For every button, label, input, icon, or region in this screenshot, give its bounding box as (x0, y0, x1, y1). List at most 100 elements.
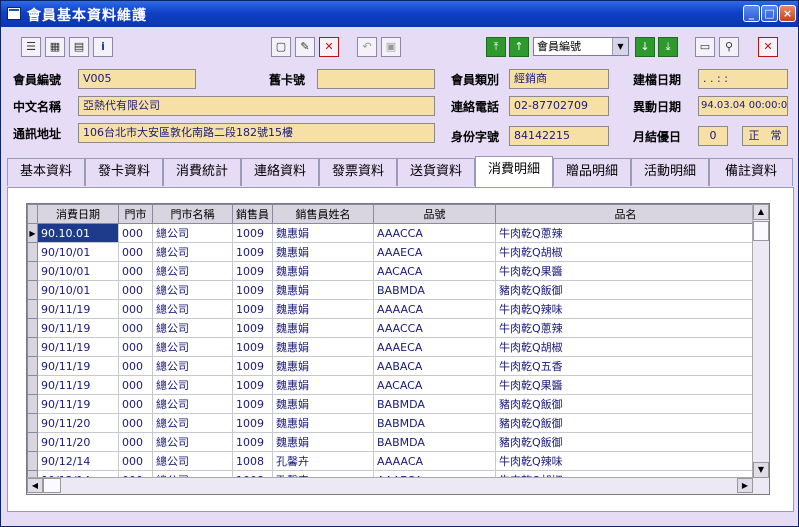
table-cell[interactable]: 000 (118, 299, 153, 319)
table-cell[interactable]: 總公司 (152, 413, 233, 433)
table-cell[interactable]: 總公司 (152, 242, 233, 262)
table-cell[interactable]: 魏惠娟 (272, 280, 374, 300)
tab-card[interactable]: 發卡資料 (85, 158, 163, 186)
table-cell[interactable]: 魏惠娟 (272, 299, 374, 319)
table-cell[interactable]: AAACCA (373, 223, 496, 243)
tab-invoice[interactable]: 發票資料 (319, 158, 397, 186)
table-cell[interactable]: AACACA (373, 261, 496, 281)
undo-icon[interactable]: ↶ (357, 37, 377, 57)
table-cell[interactable]: 1009 (232, 299, 273, 319)
table-cell[interactable]: 1009 (232, 432, 273, 452)
table-cell[interactable]: 000 (118, 356, 153, 376)
table-cell[interactable]: 1009 (232, 394, 273, 414)
table-cell[interactable]: 90/11/19 (37, 318, 119, 338)
col-header-date[interactable]: 消費日期 (37, 204, 119, 224)
consume-detail-grid[interactable]: 消費日期 門市 門市名稱 銷售員 銷售員姓名 品號 品名 ▶ 90.10.01 00… (26, 203, 770, 495)
table-cell[interactable]: 魏惠娟 (272, 318, 374, 338)
table-cell[interactable]: 1009 (232, 356, 273, 376)
edit-icon[interactable]: ✎ (295, 37, 315, 57)
row-indicator[interactable] (27, 299, 38, 319)
table-cell[interactable]: 000 (118, 261, 153, 281)
table-cell[interactable]: 孔馨卉 (272, 451, 374, 471)
table-cell[interactable]: AABACA (373, 356, 496, 376)
table-cell[interactable]: BABMDA (373, 394, 496, 414)
table-cell[interactable]: AAAECA (373, 242, 496, 262)
table-cell[interactable]: 魏惠娟 (272, 261, 374, 281)
prev-record-icon[interactable]: ↑ (509, 37, 529, 57)
table-row[interactable]: 90/11/19 000 總公司 1009 魏惠娟 AACACA 牛肉乾Q果醬 (27, 375, 756, 395)
info-icon[interactable]: i (93, 37, 113, 57)
table-row[interactable]: 90/10/01 000 總公司 1009 魏惠娟 AACACA 牛肉乾Q果醬 (27, 261, 756, 281)
table-cell[interactable]: 牛肉乾Q辣味 (495, 451, 756, 471)
table-cell[interactable]: 1009 (232, 337, 273, 357)
search-icon[interactable]: ⚲ (719, 37, 739, 57)
row-indicator[interactable] (27, 261, 38, 281)
save-icon[interactable]: ▣ (381, 37, 401, 57)
table-cell[interactable]: 000 (118, 318, 153, 338)
table-cell[interactable]: 000 (118, 375, 153, 395)
chevron-down-icon[interactable]: ▼ (612, 38, 628, 55)
row-indicator[interactable] (27, 242, 38, 262)
table-cell[interactable]: 總公司 (152, 432, 233, 452)
tab-consume-detail[interactable]: 消費明細 (475, 156, 553, 187)
table-cell[interactable]: 總公司 (152, 375, 233, 395)
table-cell[interactable]: AAAACA (373, 299, 496, 319)
changed-date-field[interactable]: 94.03.04 00:00:00 (698, 96, 788, 116)
row-indicator[interactable] (27, 356, 38, 376)
table-cell[interactable]: 牛肉乾Q辣味 (495, 299, 756, 319)
table-cell[interactable]: 總公司 (152, 223, 233, 243)
table-row[interactable]: 90/10/01 000 總公司 1009 魏惠娟 BABMDA 豬肉乾Q飯御 (27, 280, 756, 300)
table-cell[interactable]: 1009 (232, 318, 273, 338)
row-indicator[interactable] (27, 451, 38, 471)
table-cell[interactable]: 000 (118, 280, 153, 300)
tab-contact[interactable]: 連絡資料 (241, 158, 319, 186)
first-record-icon[interactable]: ⤒ (486, 37, 506, 57)
table-cell[interactable]: 豬肉乾Q飯御 (495, 394, 756, 414)
table-row[interactable]: ▶ 90.10.01 000 總公司 1009 魏惠娟 AAACCA 牛肉乾Q蔥辣 (27, 223, 756, 243)
row-indicator[interactable] (27, 280, 38, 300)
member-no-field[interactable]: V005 (78, 69, 196, 89)
table-cell[interactable]: BABMDA (373, 280, 496, 300)
table-cell[interactable]: 魏惠娟 (272, 375, 374, 395)
table-cell[interactable]: 牛肉乾Q胡椒 (495, 337, 756, 357)
table-cell[interactable]: 魏惠娟 (272, 432, 374, 452)
table-cell[interactable]: 90/11/19 (37, 337, 119, 357)
table-cell[interactable]: 豬肉乾Q飯御 (495, 280, 756, 300)
table-cell[interactable]: BABMDA (373, 413, 496, 433)
tab-basic[interactable]: 基本資料 (7, 158, 85, 186)
table-cell[interactable]: BABMDA (373, 432, 496, 452)
table-cell[interactable]: 魏惠娟 (272, 223, 374, 243)
list-icon[interactable]: ☰ (21, 37, 41, 57)
table-cell[interactable]: 1009 (232, 413, 273, 433)
col-header-product-no[interactable]: 品號 (373, 204, 496, 224)
table-cell[interactable]: 魏惠娟 (272, 413, 374, 433)
old-card-field[interactable] (317, 69, 435, 89)
row-indicator[interactable] (27, 337, 38, 357)
vertical-scroll-thumb[interactable] (753, 221, 769, 241)
view-icon[interactable]: ▭ (695, 37, 715, 57)
table-cell[interactable]: AACACA (373, 375, 496, 395)
col-header-store-name[interactable]: 門市名稱 (152, 204, 233, 224)
table-row[interactable]: 90/11/20 000 總公司 1009 魏惠娟 BABMDA 豬肉乾Q飯御 (27, 432, 756, 452)
row-indicator[interactable] (27, 413, 38, 433)
member-type-field[interactable]: 經銷商 (509, 69, 609, 89)
table-cell[interactable]: 總公司 (152, 356, 233, 376)
table-cell[interactable]: 牛肉乾Q蔥辣 (495, 223, 756, 243)
table-cell[interactable]: 90/10/01 (37, 261, 119, 281)
table-cell[interactable]: 總公司 (152, 261, 233, 281)
created-date-field[interactable]: . . : : (698, 69, 788, 89)
table-cell[interactable]: 總公司 (152, 318, 233, 338)
table-row[interactable]: 90/12/14 000 總公司 1008 孔馨卉 AAAACA 牛肉乾Q辣味 (27, 451, 756, 471)
tab-activity-detail[interactable]: 活動明細 (631, 158, 709, 186)
table-row[interactable]: 90/11/20 000 總公司 1009 魏惠娟 BABMDA 豬肉乾Q飯御 (27, 413, 756, 433)
table-cell[interactable]: 魏惠娟 (272, 337, 374, 357)
sort-field-select[interactable]: 會員編號 ▼ (533, 37, 629, 56)
horizontal-scroll-thumb[interactable] (43, 478, 61, 493)
id-field[interactable]: 84142215 (509, 126, 609, 146)
table-cell[interactable]: 1009 (232, 223, 273, 243)
table-row[interactable]: 90/11/19 000 總公司 1009 魏惠娟 BABMDA 豬肉乾Q飯御 (27, 394, 756, 414)
table-cell[interactable]: 魏惠娟 (272, 394, 374, 414)
table-cell[interactable]: 總公司 (152, 451, 233, 471)
exit-icon[interactable]: ✕ (758, 37, 778, 57)
next-record-icon[interactable]: ↓ (635, 37, 655, 57)
